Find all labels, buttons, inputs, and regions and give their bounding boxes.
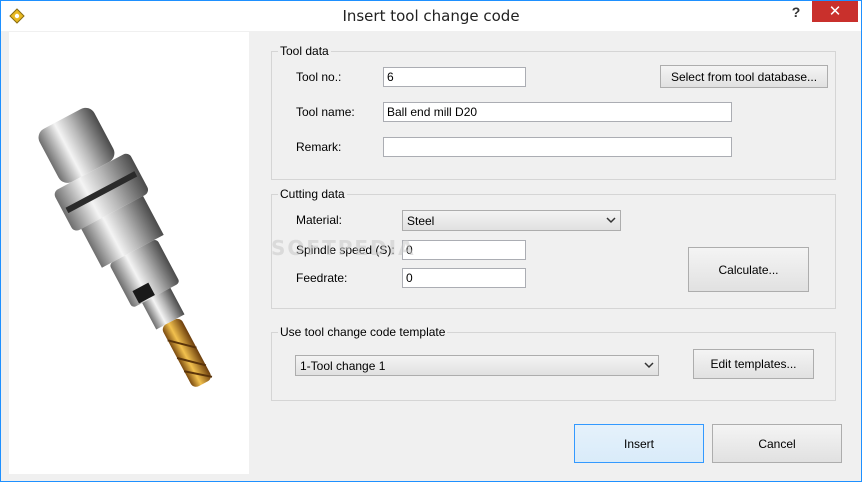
template-value: 1-Tool change 1 [300,359,386,373]
remark-label: Remark: [296,140,342,154]
tool-no-label: Tool no.: [296,70,342,84]
insert-button[interactable]: Insert [574,424,704,463]
remark-input[interactable] [383,137,732,157]
tool-data-title: Tool data [278,44,331,58]
spindle-speed-input[interactable]: 0 [402,240,526,260]
tool-name-input[interactable]: Ball end mill D20 [383,102,732,122]
select-tool-database-button[interactable]: Select from tool database... [660,65,828,88]
help-button[interactable]: ? [781,1,811,23]
material-select[interactable]: Steel [402,210,621,231]
edit-templates-button[interactable]: Edit templates... [693,349,814,379]
tool-image [9,32,249,474]
feedrate-input[interactable]: 0 [402,268,526,288]
template-title: Use tool change code template [278,325,448,339]
dialog-window: Insert tool change code ? ✕ Tool data To… [0,0,862,482]
feedrate-label: Feedrate: [296,271,348,285]
watermark: SOFTPEDIA [271,236,416,260]
chevron-down-icon [644,362,654,369]
template-select[interactable]: 1-Tool change 1 [295,355,659,376]
window-title: Insert tool change code [342,7,520,25]
title-bar[interactable]: Insert tool change code ? ✕ [1,1,861,31]
calculate-button[interactable]: Calculate... [688,247,809,292]
tool-holder-image [38,107,213,387]
cancel-button[interactable]: Cancel [712,424,842,463]
chevron-down-icon [606,217,616,224]
material-value: Steel [407,214,435,228]
cutting-data-title: Cutting data [278,187,347,201]
close-button[interactable]: ✕ [812,1,858,22]
material-label: Material: [296,213,343,227]
tool-name-label: Tool name: [296,105,355,119]
tool-no-input[interactable]: 6 [383,67,526,87]
